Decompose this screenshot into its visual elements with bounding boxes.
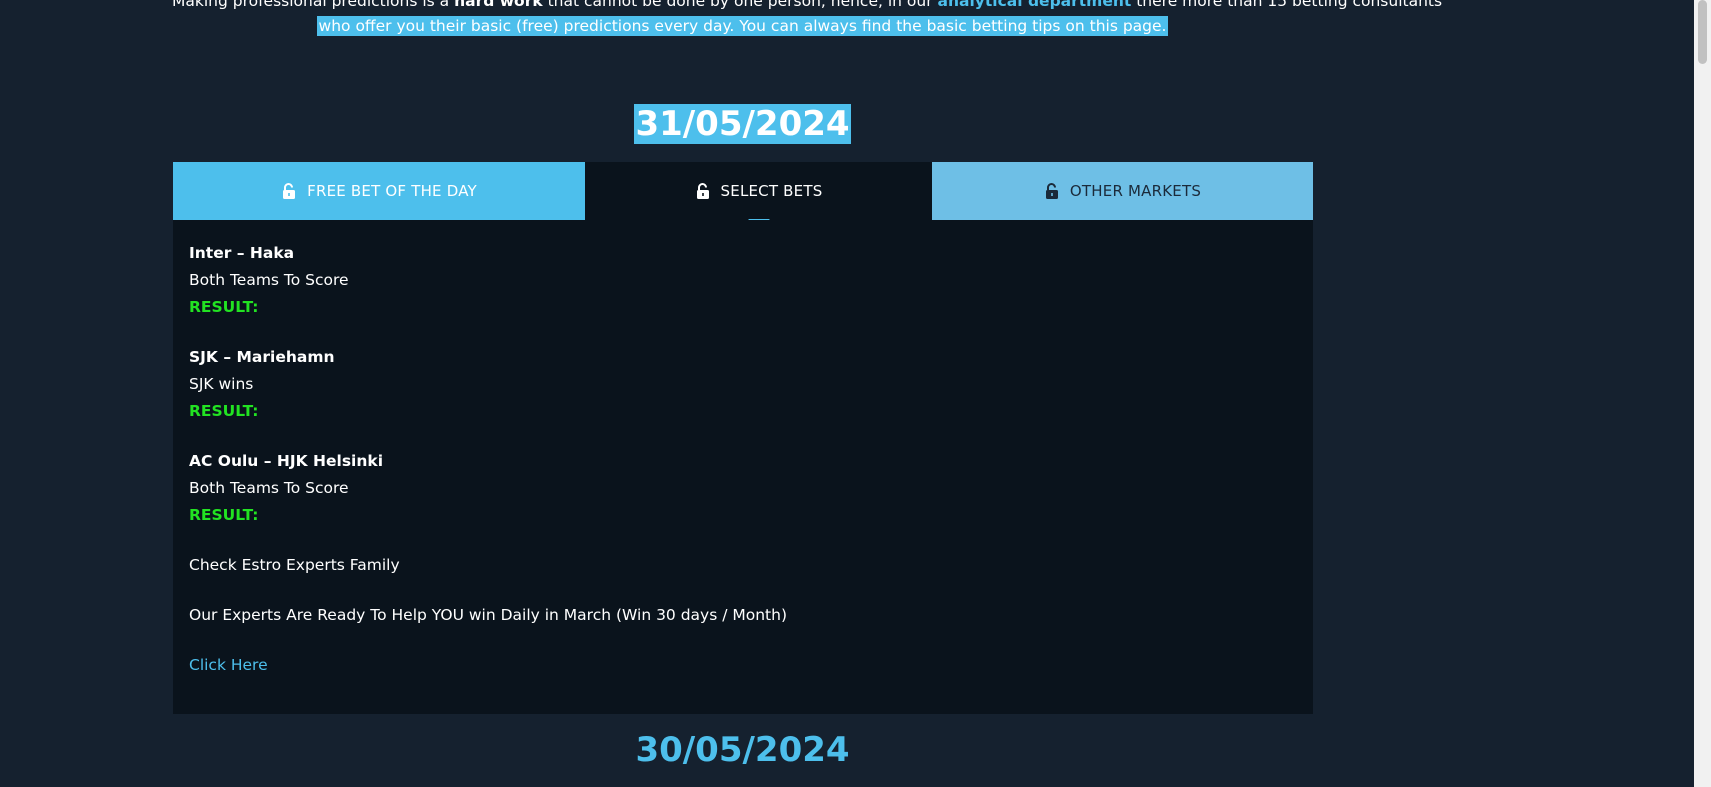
tab-other-markets[interactable]: OTHER MARKETS [932, 162, 1313, 220]
bet-item: AC Oulu – HJK Helsinki Both Teams To Sco… [189, 448, 1297, 529]
tab-free-bet-of-the-day[interactable]: FREE BET OF THE DAY [173, 162, 585, 220]
bet-item: SJK – Mariehamn SJK wins RESULT: [189, 344, 1297, 425]
bet-match: AC Oulu – HJK Helsinki [189, 452, 384, 470]
bet-market: Both Teams To Score [189, 479, 349, 497]
tab-label: OTHER MARKETS [1069, 182, 1202, 200]
experts-promo-text: Our Experts Are Ready To Help YOU win Da… [189, 606, 788, 624]
bet-result: RESULT: [189, 402, 259, 420]
unlock-icon [696, 182, 709, 199]
tab-label: SELECT BETS [720, 182, 823, 200]
intro-text-middle: that cannot be done by one person, hence… [542, 0, 938, 10]
analytical-department-link[interactable]: analytical department [938, 0, 1132, 10]
bet-match: Inter – Haka [189, 244, 295, 262]
tab-select-bets[interactable]: SELECT BETS [585, 162, 932, 229]
intro-text: Making professional predictions is a har… [172, 0, 1442, 39]
click-here-link[interactable]: Click Here [189, 652, 1297, 679]
next-date-heading: 30/05/2024 [635, 730, 850, 770]
intro-text-start: Making professional predictions is a [172, 0, 455, 10]
bet-item: Inter – Haka Both Teams To Score RESULT: [189, 240, 1297, 321]
current-date-text: 31/05/2024 [634, 104, 851, 144]
bet-result: RESULT: [189, 298, 259, 316]
page-scrollbar[interactable] [1694, 0, 1711, 787]
intro-text-end: there more than 15 betting consultants [1131, 0, 1443, 10]
scrollbar-thumb[interactable] [1698, 0, 1707, 64]
intro-bold-text: hard work [454, 0, 543, 10]
experts-family-text: Check Estro Experts Family [189, 556, 400, 574]
bet-market: SJK wins [189, 375, 254, 393]
intro-line-1: Making professional predictions is a har… [172, 0, 1442, 14]
bet-result: RESULT: [189, 506, 259, 524]
current-date-heading: 31/05/2024 [0, 101, 1485, 147]
select-bets-panel: Inter – Haka Both Teams To Score RESULT:… [173, 220, 1313, 714]
tab-label: FREE BET OF THE DAY [307, 182, 477, 200]
bet-tabs: FREE BET OF THE DAY SELECT BETS OTHER MA… [173, 162, 1313, 229]
intro-line-2: who offer you their basic (free) predict… [172, 14, 1313, 39]
intro-highlighted-text: who offer you their basic (free) predict… [316, 16, 1169, 36]
bet-market: Both Teams To Score [189, 271, 349, 289]
unlock-icon [1045, 182, 1058, 199]
unlock-icon [283, 182, 296, 199]
bet-match: SJK – Mariehamn [189, 348, 335, 366]
